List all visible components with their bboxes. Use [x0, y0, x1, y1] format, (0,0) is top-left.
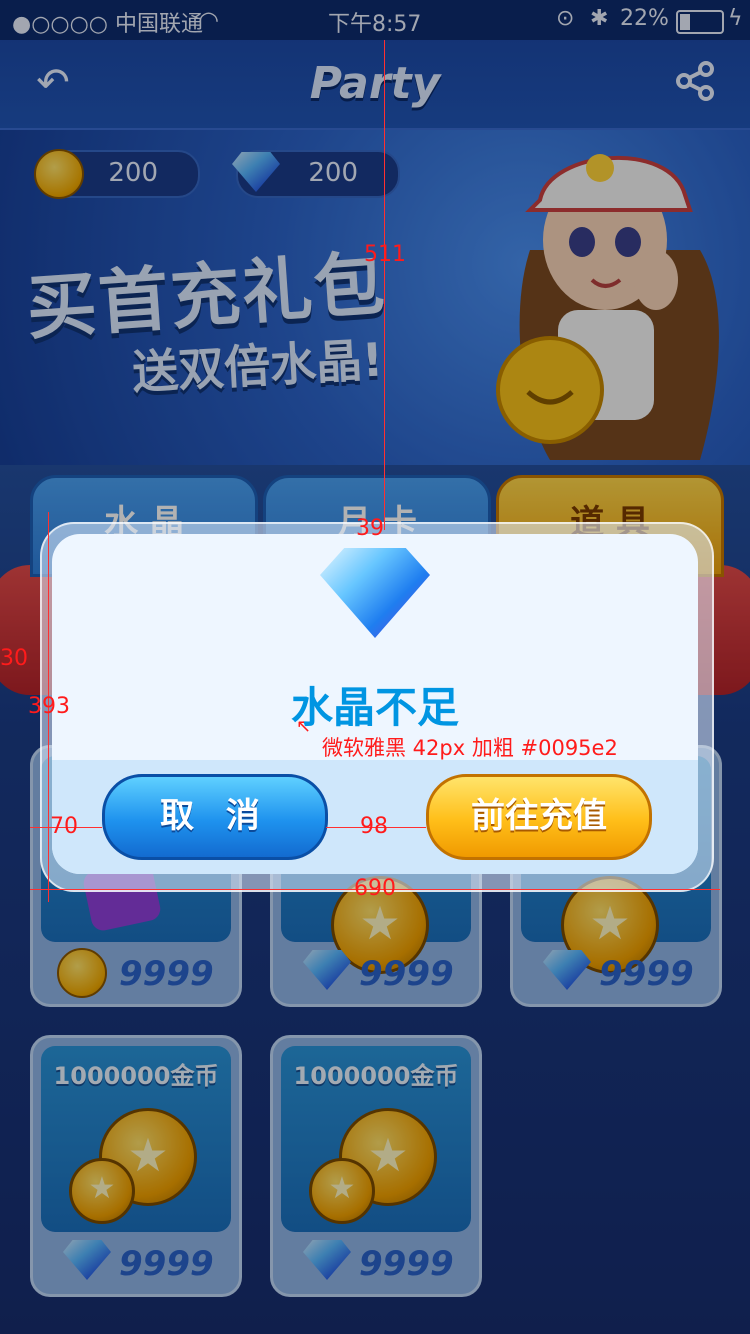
go-recharge-button[interactable]: 前往充值 — [426, 774, 652, 860]
annotation-font-note: 微软雅黑 42px 加粗 #0095e2 — [322, 736, 618, 760]
annotation-39: 39 — [356, 516, 384, 541]
annotation-511: 511 — [364, 242, 406, 267]
annotation-70: 70 — [50, 814, 78, 839]
annotation-guide-511 — [384, 40, 385, 530]
annotation-30: 30 — [0, 646, 28, 671]
cancel-button[interactable]: 取 消 — [102, 774, 328, 860]
annotation-393: 393 — [28, 694, 70, 719]
dialog-title: 水晶不足 — [290, 683, 459, 732]
annotation-pointer-arrow-icon: ↖ — [296, 716, 312, 737]
crystal-icon — [320, 548, 430, 638]
annotation-690: 690 — [354, 876, 396, 901]
annotation-98: 98 — [360, 814, 388, 839]
